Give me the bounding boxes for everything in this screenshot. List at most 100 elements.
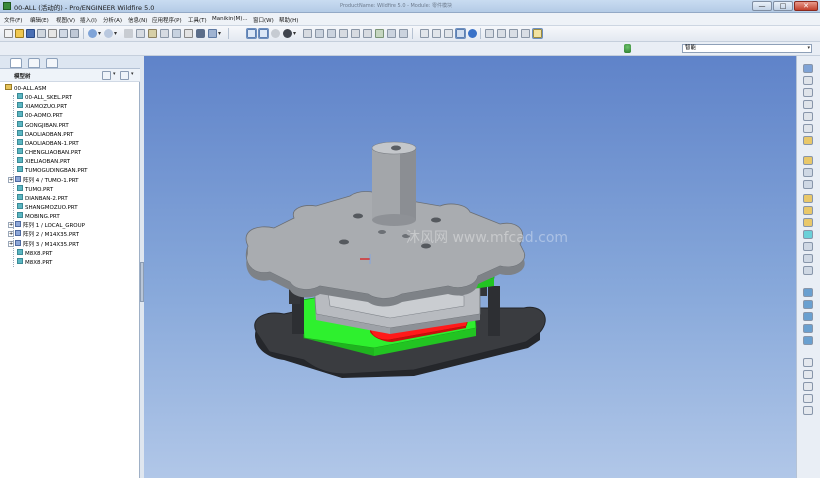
tree-item[interactable]: DAOLIAOBAN-1.PRT <box>17 138 79 148</box>
tree-item[interactable]: TUMOGUDINGBAN.PRT <box>17 166 87 175</box>
copy-icon[interactable] <box>136 29 145 38</box>
csys-icon[interactable] <box>803 124 813 133</box>
tree-item[interactable]: M8X8.PRT <box>17 257 52 267</box>
shell-icon[interactable] <box>803 242 813 251</box>
sketch-icon[interactable] <box>803 64 813 73</box>
datum-planes-icon[interactable] <box>485 29 494 38</box>
axis-icon[interactable] <box>803 88 813 97</box>
menu-edit[interactable]: 编辑(E) <box>30 16 49 24</box>
tree-item[interactable]: MOBING.PRT <box>17 212 60 221</box>
menu-insert[interactable]: 插入(I) <box>80 16 97 24</box>
menu-view[interactable]: 视图(V) <box>56 16 75 24</box>
selection-filter-select[interactable]: 智能 ▾ <box>682 44 812 53</box>
points-toggle-icon[interactable] <box>509 29 518 38</box>
shading-dropdown-icon[interactable]: ▾ <box>293 29 298 38</box>
refit-icon[interactable] <box>363 29 372 38</box>
graphics-window[interactable]: 沐风网 www.mfcad.com <box>144 56 796 478</box>
trim-icon[interactable] <box>803 358 813 367</box>
tree-item[interactable]: 00-AOMO.PRT <box>17 111 63 120</box>
tree-item[interactable]: CHENGLIAOBAN.PRT <box>17 148 81 157</box>
surface-icon[interactable] <box>803 336 813 345</box>
chevron-down-icon[interactable]: ▾ <box>113 71 116 77</box>
expand-icon[interactable]: + <box>8 176 14 183</box>
layers-icon[interactable] <box>399 29 408 38</box>
tree-item[interactable]: 00-ALL_SKEL.PRT <box>17 93 72 102</box>
redo-icon[interactable] <box>104 29 113 38</box>
repaint-icon[interactable] <box>303 29 312 38</box>
tree-item[interactable]: XIAMOZUO.PRT <box>17 102 67 111</box>
print-icon[interactable] <box>37 29 46 38</box>
saved-views-icon[interactable] <box>387 29 396 38</box>
menu-window[interactable]: 窗口(W) <box>253 16 274 24</box>
regenerate-icon[interactable] <box>172 29 181 38</box>
axes-toggle-icon[interactable] <box>497 29 506 38</box>
pattern-icon[interactable] <box>803 206 813 215</box>
datum-display-icon[interactable] <box>246 28 257 39</box>
maximize-button[interactable]: □ <box>773 1 793 11</box>
tab-folder-browser[interactable] <box>28 58 40 68</box>
paste-icon[interactable] <box>148 29 157 38</box>
tree-item[interactable]: XIELIAOBAN.PRT <box>17 157 70 166</box>
rib-icon[interactable] <box>803 266 813 275</box>
undo-dropdown-icon[interactable]: ▾ <box>98 29 103 38</box>
tree-show-icon[interactable] <box>120 71 129 80</box>
hidden-line-icon[interactable] <box>432 29 441 38</box>
menu-analysis[interactable]: 分析(A) <box>103 16 122 24</box>
merge-icon[interactable] <box>803 370 813 379</box>
new-file-icon[interactable] <box>4 29 13 38</box>
shading-icon[interactable] <box>283 29 292 38</box>
assemble-icon[interactable] <box>803 156 813 165</box>
select-box-icon[interactable] <box>208 29 217 38</box>
print-preview-icon[interactable] <box>48 29 57 38</box>
orient-mode-icon[interactable] <box>327 29 336 38</box>
repeat-icon[interactable] <box>803 180 813 189</box>
wireframe-icon[interactable] <box>420 29 429 38</box>
tree-item[interactable]: TUMO.PRT <box>17 184 53 194</box>
create-component-icon[interactable] <box>803 168 813 177</box>
redo-dropdown-icon[interactable]: ▾ <box>114 29 119 38</box>
solidify-icon[interactable] <box>803 406 813 415</box>
save-icon[interactable] <box>26 29 35 38</box>
tree-item[interactable]: DIANBAN-2.PRT <box>17 193 68 203</box>
tree-item[interactable]: GONGJIBAN.PRT <box>17 120 69 130</box>
expand-icon[interactable]: + <box>8 222 14 229</box>
datum-points-icon[interactable] <box>271 29 280 38</box>
tree-item[interactable]: SHANGMOZUO.PRT <box>17 202 78 212</box>
send-icon[interactable] <box>70 29 79 38</box>
curve-icon[interactable] <box>803 100 813 109</box>
datum-axes-icon[interactable] <box>258 28 269 39</box>
plane-icon[interactable] <box>803 76 813 85</box>
draft-icon[interactable] <box>803 254 813 263</box>
tree-item[interactable]: 00-ALL.ASM <box>5 84 47 93</box>
extrude-icon[interactable] <box>803 288 813 297</box>
menu-info[interactable]: 信息(N) <box>128 16 147 24</box>
undo-icon[interactable] <box>88 29 97 38</box>
chevron-down-icon[interactable]: ▾ <box>131 71 134 77</box>
select-dropdown-icon[interactable]: ▾ <box>218 29 223 38</box>
menu-file[interactable]: 文件(F) <box>4 16 22 24</box>
close-button[interactable]: ✕ <box>794 1 818 11</box>
tree-settings-icon[interactable] <box>102 71 111 80</box>
thicken-icon[interactable] <box>803 394 813 403</box>
tree-item[interactable]: + 阵列 1 / LOCAL_GROUP <box>8 221 85 230</box>
tree-item[interactable]: + 阵列 4 / TUMO-1.PRT <box>8 175 79 185</box>
annotations-icon[interactable] <box>532 28 543 39</box>
minimize-button[interactable]: — <box>752 1 772 11</box>
menu-help[interactable]: 帮助(H) <box>279 16 298 24</box>
zoom-in-icon[interactable] <box>339 29 348 38</box>
reorient-icon[interactable] <box>375 29 384 38</box>
tab-model-tree[interactable] <box>10 58 22 68</box>
paste-special-icon[interactable] <box>160 29 169 38</box>
expand-icon[interactable]: + <box>8 240 14 247</box>
shaded-icon[interactable] <box>455 28 466 39</box>
revolve-icon[interactable] <box>803 300 813 309</box>
menu-manikin[interactable]: Manikin(M)... <box>212 16 248 22</box>
analysis-icon[interactable] <box>803 136 813 145</box>
hole-icon[interactable] <box>803 218 813 227</box>
zoom-out-icon[interactable] <box>351 29 360 38</box>
sweep-icon[interactable] <box>803 312 813 321</box>
round-icon[interactable] <box>803 230 813 239</box>
offset-icon[interactable] <box>803 382 813 391</box>
menu-applications[interactable]: 应用程序(P) <box>152 16 182 24</box>
point-icon[interactable] <box>803 112 813 121</box>
